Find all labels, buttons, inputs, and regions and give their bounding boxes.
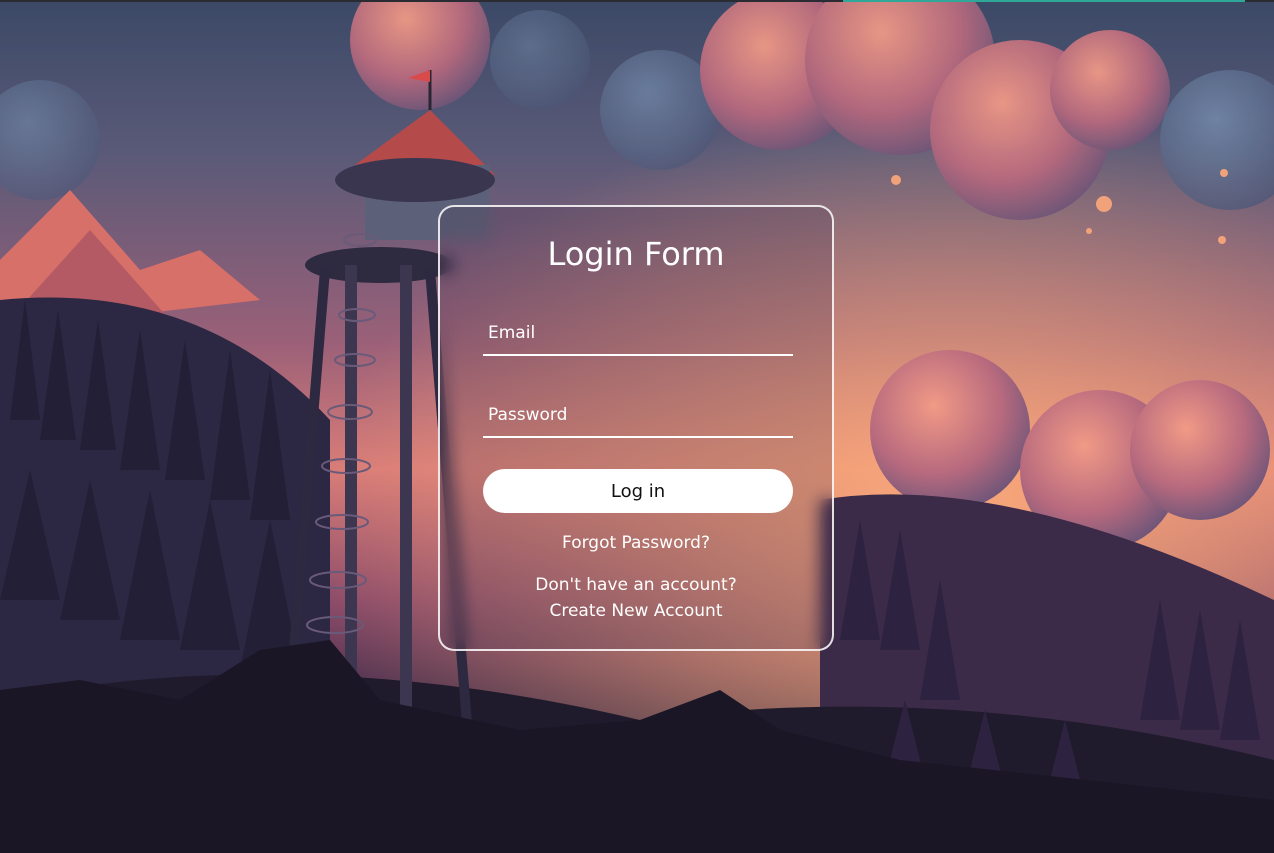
email-field[interactable]: [483, 312, 793, 354]
password-field[interactable]: [483, 394, 793, 436]
login-card: Login Form Log in Forgot Password? Don't…: [438, 205, 834, 651]
form-title: Login Form: [547, 235, 725, 273]
forgot-password-link[interactable]: Forgot Password?: [440, 533, 832, 553]
create-account-link[interactable]: Create New Account: [440, 601, 832, 621]
password-field-wrapper: [483, 394, 793, 438]
page-background: Login Form Log in Forgot Password? Don't…: [0, 0, 1274, 853]
login-button[interactable]: Log in: [483, 469, 793, 513]
no-account-text: Don't have an account?: [535, 575, 737, 595]
top-accent-line: [843, 0, 1245, 2]
email-field-wrapper: [483, 312, 793, 356]
